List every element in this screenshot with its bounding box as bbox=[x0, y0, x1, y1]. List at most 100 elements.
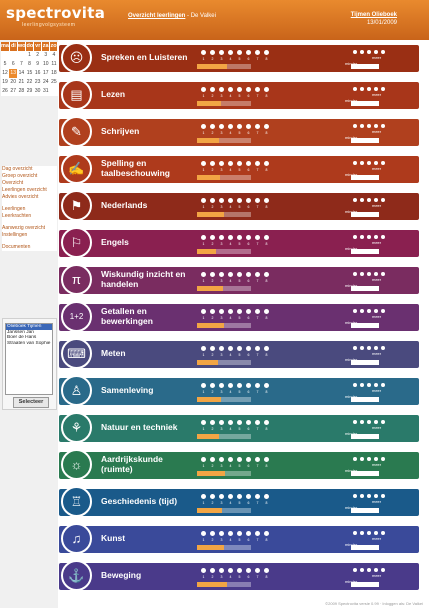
note-field[interactable] bbox=[351, 212, 379, 217]
rating-dot[interactable] bbox=[374, 124, 378, 128]
subject-row[interactable]: ♙Samenleving12345678mindermeer bbox=[59, 373, 429, 409]
calendar-day[interactable]: 24 bbox=[42, 78, 50, 87]
rating-dot[interactable] bbox=[381, 161, 385, 165]
scale-dot[interactable] bbox=[255, 531, 260, 536]
calendar-day[interactable]: 11 bbox=[50, 60, 58, 69]
calendar-day[interactable]: 20 bbox=[9, 78, 17, 87]
scale-dot[interactable] bbox=[201, 272, 206, 277]
calendar-day[interactable]: 5 bbox=[1, 60, 9, 69]
rating-dot[interactable] bbox=[360, 457, 364, 461]
rating-dot[interactable] bbox=[360, 346, 364, 350]
rating-dot[interactable] bbox=[367, 309, 371, 313]
scale-dot[interactable] bbox=[219, 309, 224, 314]
note-field[interactable] bbox=[351, 64, 379, 69]
rating-dot[interactable] bbox=[367, 531, 371, 535]
scale-dot[interactable] bbox=[237, 87, 242, 92]
scale-dot[interactable] bbox=[228, 494, 233, 499]
scale-dot[interactable] bbox=[255, 272, 260, 277]
rating-dot[interactable] bbox=[353, 235, 357, 239]
scale-dot[interactable] bbox=[210, 87, 215, 92]
scale-dot[interactable] bbox=[264, 235, 269, 240]
scale-dot[interactable] bbox=[246, 198, 251, 203]
rating-dot[interactable] bbox=[353, 383, 357, 387]
scale-dot[interactable] bbox=[228, 457, 233, 462]
rating-dot[interactable] bbox=[381, 272, 385, 276]
scale-dot[interactable] bbox=[201, 420, 206, 425]
rating-dot[interactable] bbox=[374, 383, 378, 387]
rating-dot[interactable] bbox=[353, 494, 357, 498]
rating-dot[interactable] bbox=[353, 272, 357, 276]
scale-dot[interactable] bbox=[255, 124, 260, 129]
rating-dot[interactable] bbox=[353, 87, 357, 91]
rating-dot[interactable] bbox=[374, 272, 378, 276]
scale-dot[interactable] bbox=[246, 309, 251, 314]
scale-dot[interactable] bbox=[237, 383, 242, 388]
scale-dot[interactable] bbox=[201, 235, 206, 240]
calendar-day[interactable]: 9 bbox=[34, 60, 42, 69]
note-field[interactable] bbox=[351, 360, 379, 365]
menu-notice[interactable]: Aanwezig overzicht bbox=[2, 225, 57, 232]
rating-dot[interactable] bbox=[367, 272, 371, 276]
scale-dot[interactable] bbox=[246, 272, 251, 277]
rating-dot[interactable] bbox=[367, 420, 371, 424]
rating-dot[interactable] bbox=[381, 50, 385, 54]
scale-dot[interactable] bbox=[264, 457, 269, 462]
rating-dot[interactable] bbox=[381, 346, 385, 350]
note-field[interactable] bbox=[351, 545, 379, 550]
note-field[interactable] bbox=[351, 471, 379, 476]
subject-row[interactable]: ♖Geschiedenis (tijd)12345678mindermeer bbox=[59, 484, 429, 520]
rating-dot[interactable] bbox=[360, 309, 364, 313]
rating-dot[interactable] bbox=[381, 420, 385, 424]
scale-dot[interactable] bbox=[228, 531, 233, 536]
scale-dot[interactable] bbox=[264, 161, 269, 166]
scale-dot[interactable] bbox=[237, 457, 242, 462]
scale-dot[interactable] bbox=[264, 87, 269, 92]
rating-dot[interactable] bbox=[360, 420, 364, 424]
calendar-day[interactable]: 28 bbox=[17, 87, 25, 96]
scale-dot[interactable] bbox=[255, 235, 260, 240]
scale-dot[interactable] bbox=[246, 87, 251, 92]
rating-dot[interactable] bbox=[374, 494, 378, 498]
scale-dot[interactable] bbox=[210, 198, 215, 203]
calendar-day[interactable]: 31 bbox=[42, 87, 50, 96]
scale-dot[interactable] bbox=[210, 272, 215, 277]
student-list[interactable]: Olieboek Tijmen Janssen Jan Boer de Hans St… bbox=[5, 323, 53, 395]
scale-dot[interactable] bbox=[228, 420, 233, 425]
scale-dot[interactable] bbox=[228, 346, 233, 351]
rating-dot[interactable] bbox=[374, 420, 378, 424]
scale-dot[interactable] bbox=[201, 309, 206, 314]
scale-dot[interactable] bbox=[210, 161, 215, 166]
scale-dot[interactable] bbox=[237, 161, 242, 166]
scale-dot[interactable] bbox=[237, 198, 242, 203]
rating-dot[interactable] bbox=[374, 87, 378, 91]
scale-dot[interactable] bbox=[219, 494, 224, 499]
scale-dot[interactable] bbox=[201, 124, 206, 129]
rating-dot[interactable] bbox=[353, 568, 357, 572]
note-field[interactable] bbox=[351, 434, 379, 439]
rating-dot[interactable] bbox=[353, 50, 357, 54]
scale-dot[interactable] bbox=[237, 50, 242, 55]
rating-dot[interactable] bbox=[360, 494, 364, 498]
rating-dot[interactable] bbox=[353, 531, 357, 535]
subject-row[interactable]: ▤Lezen12345678mindermeer bbox=[59, 77, 429, 113]
scale-dot[interactable] bbox=[255, 420, 260, 425]
scale-dot[interactable] bbox=[210, 346, 215, 351]
rating-dot[interactable] bbox=[381, 235, 385, 239]
rating-dot[interactable] bbox=[381, 198, 385, 202]
scale-dot[interactable] bbox=[210, 457, 215, 462]
calendar-day[interactable]: 13 bbox=[9, 69, 18, 78]
scale-dot[interactable] bbox=[228, 161, 233, 166]
calendar-day[interactable]: 1 bbox=[25, 51, 33, 60]
rating-dot[interactable] bbox=[360, 383, 364, 387]
subject-row[interactable]: ♫Kunst12345678mindermeer bbox=[59, 521, 429, 557]
rating-dot[interactable] bbox=[367, 50, 371, 54]
note-field[interactable] bbox=[351, 101, 379, 106]
scale-dot[interactable] bbox=[201, 198, 206, 203]
scale-dot[interactable] bbox=[210, 420, 215, 425]
select-button[interactable]: Selecteer bbox=[13, 397, 49, 408]
note-field[interactable] bbox=[351, 249, 379, 254]
menu-group-overview[interactable]: Groep overzicht bbox=[2, 173, 57, 180]
rating-dot[interactable] bbox=[353, 346, 357, 350]
rating-dot[interactable] bbox=[367, 383, 371, 387]
scale-dot[interactable] bbox=[219, 198, 224, 203]
